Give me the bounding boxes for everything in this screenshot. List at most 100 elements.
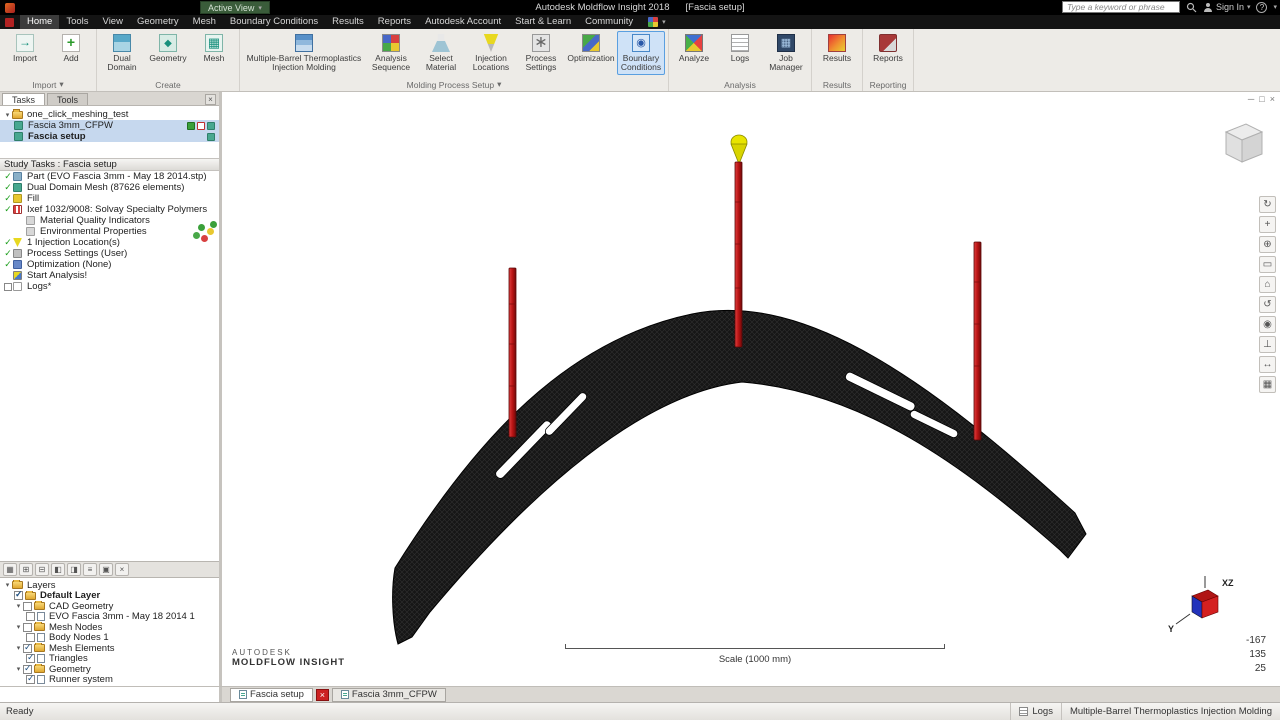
study-row-fascia-setup[interactable]: Fascia setup [0,131,219,142]
menu-view[interactable]: View [96,15,130,29]
layer-checkbox[interactable] [26,612,35,622]
layer-checkbox[interactable] [26,654,35,664]
analysis-sequence-button[interactable]: Analysis Sequence [367,31,415,75]
search-icon[interactable] [1186,2,1197,13]
clipping-plane-tool-button[interactable]: ▦ [1259,376,1276,393]
layer-checkbox[interactable] [23,622,32,632]
dual-domain-button[interactable]: Dual Domain [100,31,144,75]
project-row[interactable]: ▾ one_click_meshing_test [0,109,219,120]
layers-root-row[interactable]: ▾ Layers [0,580,219,591]
new-layer-button[interactable]: ▦ [3,563,17,576]
expander-icon[interactable]: ▾ [14,623,23,631]
layer-checkbox[interactable] [26,675,35,685]
job-manager-button[interactable]: Job Manager [764,31,808,75]
zoom-tool-button[interactable]: ⊕ [1259,236,1276,253]
sign-in-button[interactable]: Sign In ▾ [1203,2,1250,12]
injection-pin[interactable] [508,267,517,438]
task-item-logs[interactable]: Logs* [0,281,219,292]
menu-home[interactable]: Home [20,15,60,29]
injection-pin[interactable] [973,241,982,441]
layer-checkbox[interactable] [23,643,32,653]
layer-checkbox[interactable] [14,591,23,601]
task-item-start-analysis[interactable]: . Start Analysis! [0,270,219,281]
ribbon-group-label-molding[interactable]: Molding Process Setup ▾ [240,78,668,91]
view-cube[interactable] [1216,118,1266,170]
layer-row-cad-geometry[interactable]: ▾ CAD Geometry [0,601,219,612]
analyze-button[interactable]: Analyze [672,31,716,65]
menu-tools[interactable]: Tools [59,15,95,29]
status-logs-button[interactable]: Logs [1010,703,1061,720]
layer-row-triangles[interactable]: Triangles [0,654,219,664]
injection-locations-button[interactable]: Injection Locations [467,31,515,75]
task-item-fill[interactable]: ✓ Fill [0,193,219,204]
logs-checkbox[interactable] [4,282,12,291]
task-item-mesh[interactable]: ✓ Dual Domain Mesh (87626 elements) [0,182,219,193]
assign-layer-button[interactable]: ◨ [67,563,81,576]
viewport-minimize-icon[interactable]: ─ [1248,94,1254,104]
process-settings-button[interactable]: Process Settings [517,31,565,75]
menu-reports[interactable]: Reports [371,15,418,29]
study-row-fascia-3mm-cfpw[interactable]: Fascia 3mm_CFPW [0,120,219,131]
previous-view-tool-button[interactable]: ↺ [1259,296,1276,313]
close-panel-icon[interactable]: × [205,94,216,105]
menu-mesh[interactable]: Mesh [186,15,223,29]
viewport-3d[interactable]: ─ □ × ↻ + ⊕ ▭ ⌂ ↺ ◉ ⊥ ↔ ▦ AUTODESK MOLDF… [222,92,1280,686]
measure-tool-button[interactable]: ↔ [1259,356,1276,373]
cleanup-layers-button[interactable]: × [115,563,129,576]
layer-row-body-nodes[interactable]: Body Nodes 1 [0,633,219,643]
select-material-button[interactable]: Select Material [417,31,465,75]
injection-pin[interactable] [734,161,743,348]
quick-view-control[interactable]: ▾ [648,17,666,27]
menu-autodesk-account[interactable]: Autodesk Account [418,15,508,29]
menu-community[interactable]: Community [578,15,640,29]
pan-tool-button[interactable]: + [1259,216,1276,233]
layer-display-button[interactable]: ▣ [99,563,113,576]
layer-checkbox[interactable] [23,664,32,674]
menu-boundary-conditions[interactable]: Boundary Conditions [223,15,325,29]
fascia-mesh-model[interactable] [392,309,1087,645]
menu-geometry[interactable]: Geometry [130,15,186,29]
boundary-conditions-button[interactable]: Boundary Conditions [617,31,665,75]
copy-layer-button[interactable]: ⊞ [19,563,33,576]
viewport-restore-icon[interactable]: □ [1259,94,1264,104]
task-item-environmental[interactable]: Environmental Properties [0,226,219,237]
doc-tab-fascia-setup[interactable]: Fascia setup [230,687,313,702]
multiple-barrel-button[interactable]: Multiple-Barrel Thermoplastics Injection… [243,31,365,75]
optimization-button[interactable]: Optimization [567,31,615,65]
add-button[interactable]: Add [49,31,93,65]
delete-layer-button[interactable]: ⊟ [35,563,49,576]
ribbon-group-label-import[interactable]: Import ▾ [0,78,96,91]
menu-start-learn[interactable]: Start & Learn [508,15,578,29]
expander-icon[interactable]: ▾ [3,111,12,119]
task-item-part[interactable]: ✓ Part (EVO Fascia 3mm - May 18 2014.stp… [0,171,219,182]
task-item-process-settings[interactable]: ✓ Process Settings (User) [0,248,219,259]
import-button[interactable]: Import [3,31,47,65]
model-canvas[interactable] [222,92,1280,684]
menu-results[interactable]: Results [325,15,371,29]
layer-row-runner-system[interactable]: Runner system [0,675,219,685]
layer-checkbox[interactable] [26,633,35,643]
normal-view-tool-button[interactable]: ⊥ [1259,336,1276,353]
moldflow-app-icon[interactable] [5,17,14,27]
expander-icon[interactable]: ▾ [14,644,23,652]
layer-row-geometry[interactable]: ▾ Geometry [0,664,219,675]
mesh-button[interactable]: Mesh [192,31,236,65]
expand-layers-button[interactable]: ≡ [83,563,97,576]
close-study-tab-button[interactable]: × [315,688,329,701]
task-item-material[interactable]: ✓ Ixef 1032/9008: Solvay Specialty Polym… [0,204,219,215]
center-view-tool-button[interactable]: ◉ [1259,316,1276,333]
orbit-tool-button[interactable]: ↻ [1259,196,1276,213]
task-item-material-quality[interactable]: Material Quality Indicators [0,215,219,226]
layer-checkbox[interactable] [23,601,32,611]
expander-icon[interactable]: ▾ [14,665,23,673]
expander-icon[interactable]: ▾ [3,581,12,589]
zoom-fit-tool-button[interactable]: ⌂ [1259,276,1276,293]
doc-tab-fascia-3mm-cfpw[interactable]: Fascia 3mm_CFPW [331,687,446,702]
results-button[interactable]: Results [815,31,859,65]
chevron-down-icon[interactable]: ▾ [1273,3,1277,11]
task-item-optimization[interactable]: ✓ Optimization (None) [0,259,219,270]
geometry-button[interactable]: Geometry [146,31,190,65]
activate-layer-button[interactable]: ◧ [51,563,65,576]
task-item-injection-location[interactable]: ✓ 1 Injection Location(s) [0,237,219,248]
logs-button[interactable]: Logs [718,31,762,65]
